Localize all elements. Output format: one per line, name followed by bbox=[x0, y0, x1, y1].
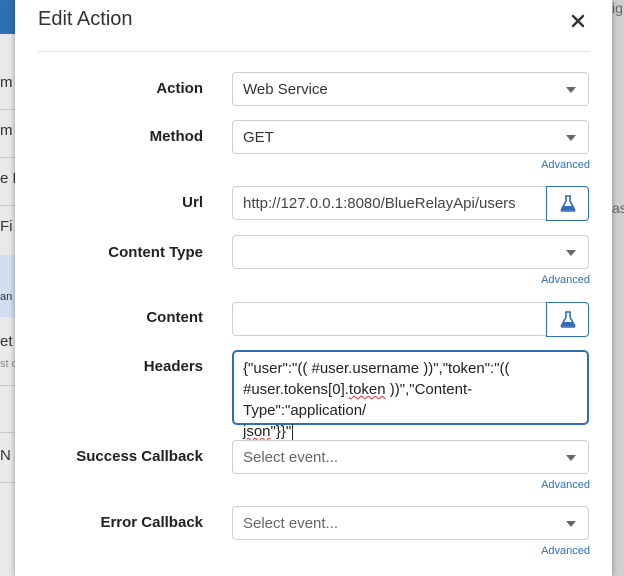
headers-line: json"}}" bbox=[243, 421, 578, 442]
dialog-title: Edit Action bbox=[38, 8, 133, 30]
background-selected-row bbox=[0, 255, 16, 317]
background-app-right: ig as bbox=[612, 0, 624, 576]
error-callback-select[interactable]: Select event... bbox=[232, 506, 589, 540]
content-type-select[interactable] bbox=[232, 235, 589, 269]
url-test-button[interactable] bbox=[546, 186, 589, 221]
flask-icon bbox=[560, 195, 576, 212]
header-divider bbox=[38, 51, 590, 52]
method-label: Method bbox=[149, 128, 203, 145]
headers-line: {"user":"(( #user.username ))","token":"… bbox=[243, 360, 510, 377]
chevron-down-icon bbox=[566, 455, 576, 461]
success-callback-select[interactable]: Select event... bbox=[232, 440, 589, 474]
edit-action-dialog: Edit Action Action Web Service Method GE… bbox=[15, 0, 612, 576]
method-advanced-link[interactable]: Advanced bbox=[541, 159, 590, 171]
close-icon bbox=[571, 14, 585, 28]
spellcheck-text: token bbox=[348, 381, 386, 398]
action-select[interactable]: Web Service bbox=[232, 72, 589, 106]
url-input[interactable]: http://127.0.0.1:8080/BlueRelayApi/users bbox=[232, 186, 547, 220]
spellcheck-text: json bbox=[243, 423, 271, 440]
chevron-down-icon bbox=[566, 250, 576, 256]
background-divider bbox=[0, 482, 16, 483]
background-text: N bbox=[0, 447, 11, 464]
method-select-value: GET bbox=[243, 129, 274, 146]
chevron-down-icon bbox=[566, 135, 576, 141]
chevron-down-icon bbox=[566, 521, 576, 527]
content-type-advanced-link[interactable]: Advanced bbox=[541, 274, 590, 286]
background-text: m bbox=[0, 74, 13, 91]
background-text: Fi bbox=[0, 218, 13, 235]
success-callback-label: Success Callback bbox=[76, 448, 203, 465]
background-text: as bbox=[612, 200, 624, 216]
text-cursor bbox=[292, 424, 294, 441]
url-input-value: http://127.0.0.1:8080/BlueRelayApi/users bbox=[243, 195, 516, 212]
background-text: st c bbox=[0, 358, 16, 370]
content-label: Content bbox=[146, 309, 203, 326]
background-divider bbox=[0, 157, 16, 158]
background-text: m bbox=[0, 122, 13, 139]
content-input[interactable] bbox=[232, 302, 547, 336]
success-callback-placeholder: Select event... bbox=[243, 449, 339, 466]
close-button[interactable] bbox=[567, 10, 589, 32]
content-type-label: Content Type bbox=[108, 244, 203, 261]
headers-textarea[interactable]: {"user":"(( #user.username ))","token":"… bbox=[232, 350, 589, 441]
method-select[interactable]: GET bbox=[232, 120, 589, 154]
headers-text: "}}" bbox=[270, 423, 292, 440]
background-divider bbox=[0, 109, 16, 110]
content-test-button[interactable] bbox=[546, 302, 589, 337]
chevron-down-icon bbox=[566, 87, 576, 93]
background-divider bbox=[0, 205, 16, 206]
error-callback-advanced-link[interactable]: Advanced bbox=[541, 545, 590, 557]
error-callback-placeholder: Select event... bbox=[243, 515, 339, 532]
action-select-value: Web Service bbox=[243, 81, 328, 98]
background-text: et bbox=[0, 333, 13, 350]
background-text: e F bbox=[0, 170, 16, 187]
background-text: ig bbox=[612, 0, 623, 16]
headers-label: Headers bbox=[143, 358, 203, 375]
headers-line: #user.tokens[0].token ))","Content-Type"… bbox=[243, 379, 578, 421]
background-app-left: m m e F Fi an et st c N bbox=[0, 0, 16, 576]
error-callback-label: Error Callback bbox=[100, 514, 203, 531]
url-label: Url bbox=[182, 194, 203, 211]
background-topbar bbox=[0, 0, 16, 34]
success-callback-advanced-link[interactable]: Advanced bbox=[541, 479, 590, 491]
background-text: an bbox=[0, 291, 13, 303]
flask-icon bbox=[560, 311, 576, 328]
background-divider bbox=[0, 432, 16, 433]
background-divider bbox=[0, 385, 16, 386]
headers-text: #user.tokens[0]. bbox=[243, 381, 349, 398]
action-label: Action bbox=[156, 80, 203, 97]
